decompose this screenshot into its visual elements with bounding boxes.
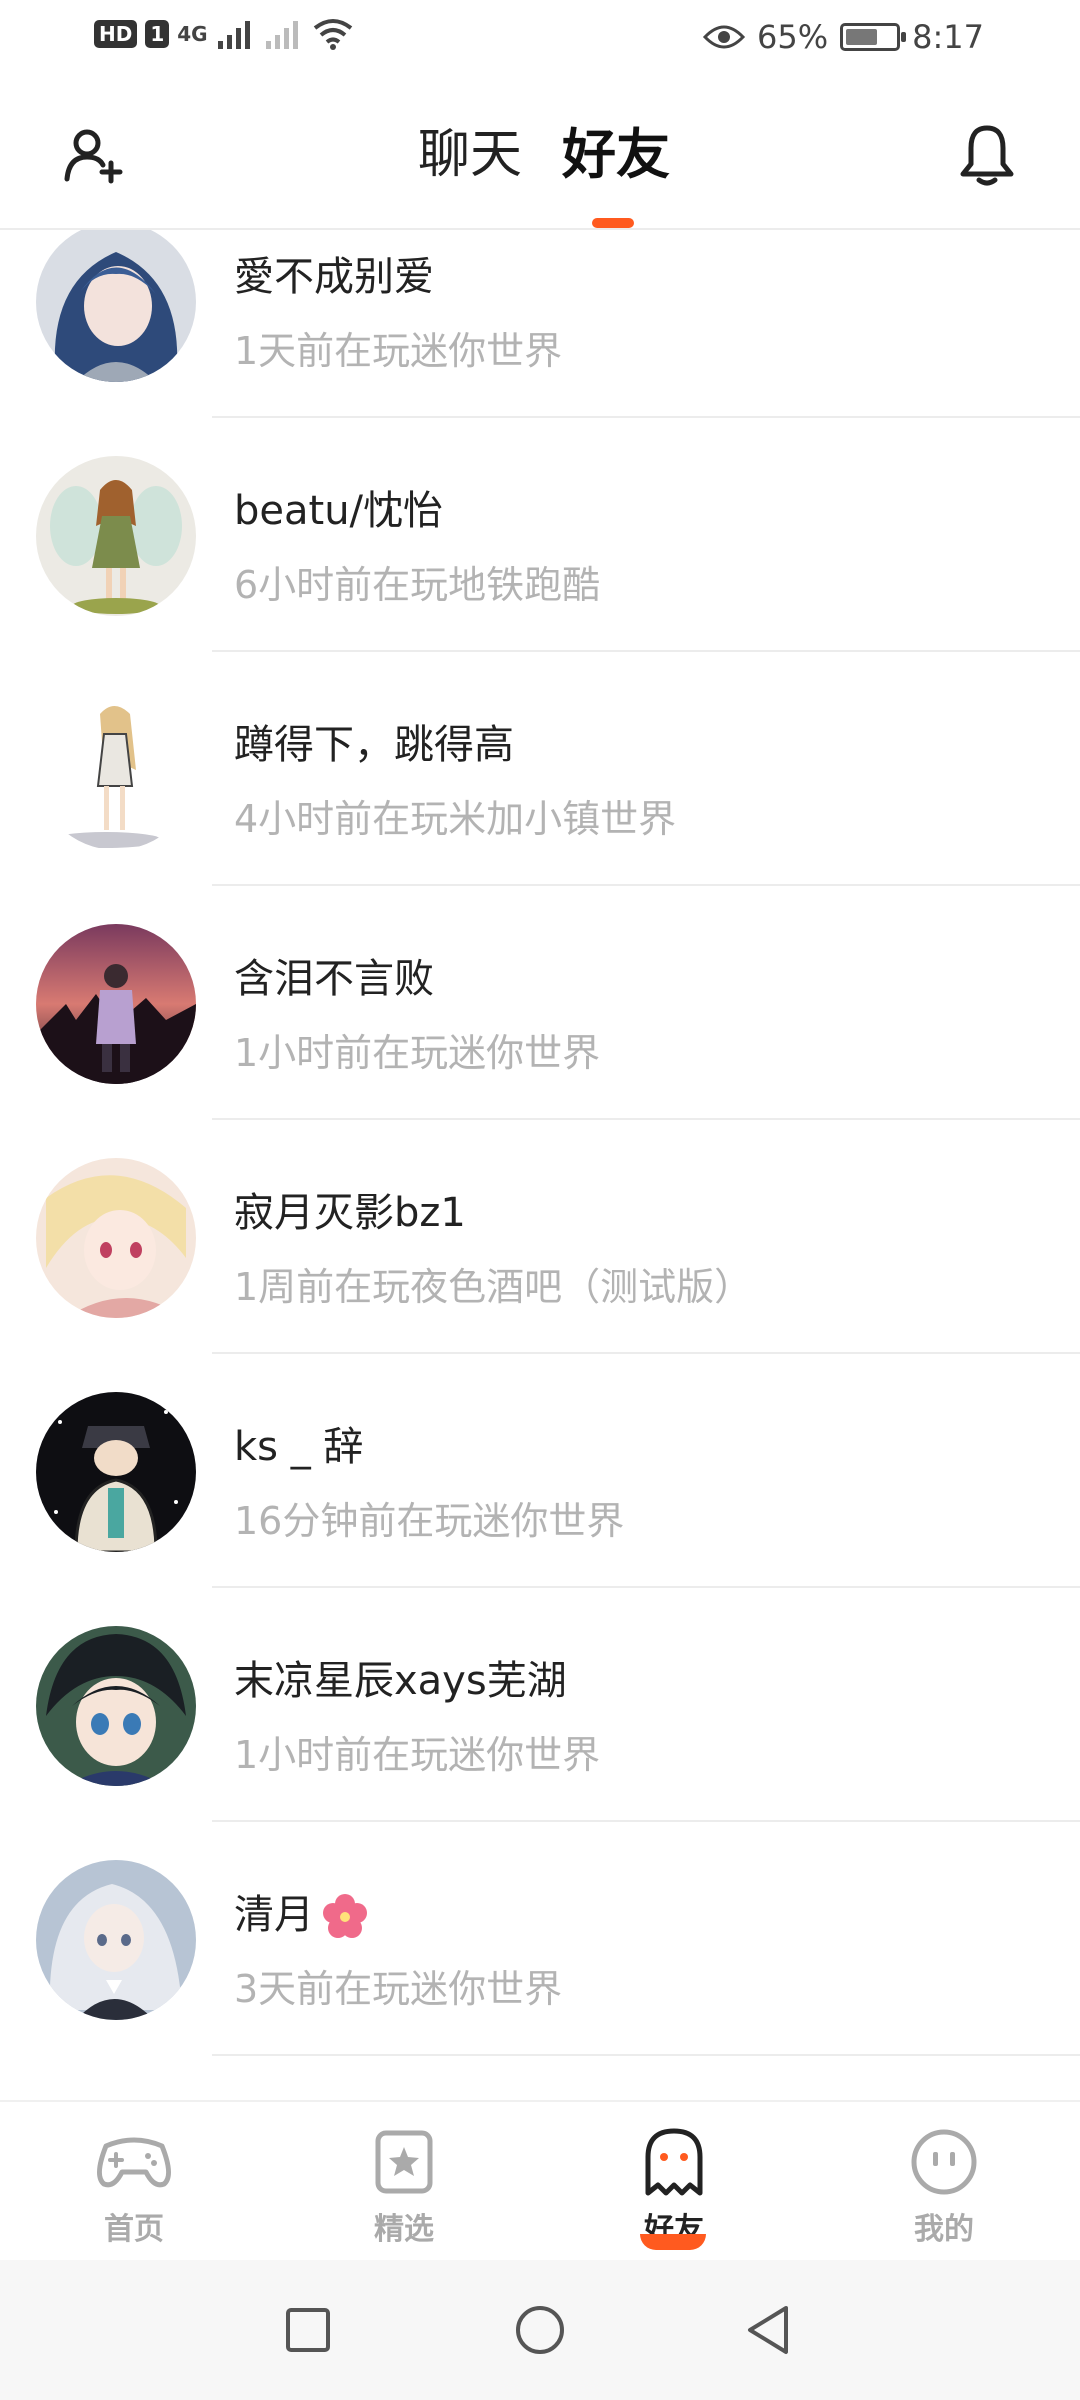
row-divider: [212, 2054, 1080, 2056]
friend-item[interactable]: 末凉星辰xays芜湖 1小时前在玩迷你世界: [0, 1626, 1080, 1860]
friend-status: 1小时前在玩迷你世界: [234, 1031, 601, 1075]
row-divider: [212, 1118, 1080, 1120]
friend-name: 末凉星辰xays芜湖: [234, 1658, 567, 1704]
recent-apps-button[interactable]: [278, 2300, 338, 2360]
friend-status: 16分钟前在玩迷你世界: [234, 1499, 625, 1543]
wifi-icon: [313, 19, 352, 50]
battery-icon: [840, 23, 907, 51]
gamepad-icon: [94, 2122, 174, 2202]
row-divider: [212, 1820, 1080, 1822]
bell-icon: [960, 125, 1014, 186]
eye-icon: [703, 25, 746, 49]
nav-label: 首页: [104, 2212, 164, 2247]
avatar[interactable]: [36, 230, 196, 382]
avatar-image: [36, 1392, 196, 1552]
signal-off-icon: [265, 21, 298, 49]
sim-badge: 1: [145, 20, 170, 48]
circle-icon: [516, 2306, 564, 2354]
row-divider: [212, 884, 1080, 886]
friend-item[interactable]: 寂月灭影bz1 1周前在玩夜色酒吧（测试版）: [0, 1158, 1080, 1392]
friend-name: 愛不成别爱: [234, 254, 434, 300]
nav-label: 我的: [914, 2212, 974, 2247]
row-divider: [212, 650, 1080, 652]
nav-featured[interactable]: 精选: [324, 2122, 484, 2252]
nav-label: 精选: [374, 2212, 434, 2247]
friend-name: 寂月灭影bz1: [234, 1190, 466, 1236]
friend-item[interactable]: ks _ 辞 16分钟前在玩迷你世界: [0, 1392, 1080, 1626]
hd-badge: HD: [94, 20, 138, 48]
avatar-image: [36, 1158, 196, 1318]
notifications-button[interactable]: [952, 120, 1022, 190]
friend-name: ks _ 辞: [234, 1424, 364, 1470]
avatar[interactable]: [36, 1392, 196, 1552]
row-divider: [212, 1352, 1080, 1354]
friend-item[interactable]: 愛不成别爱 1天前在玩迷你世界: [0, 230, 1080, 456]
friend-item[interactable]: 蹲得下，跳得高 4小时前在玩米加小镇世界: [0, 690, 1080, 924]
row-divider: [212, 1586, 1080, 1588]
status-bar-left: HD 1 4G: [94, 18, 354, 50]
back-triangle-icon: [748, 2306, 788, 2354]
row-divider: [212, 416, 1080, 418]
friend-item[interactable]: 含泪不言败 1小时前在玩迷你世界: [0, 924, 1080, 1158]
avatar[interactable]: [36, 1860, 196, 2020]
ghost-icon: [634, 2122, 714, 2202]
tab-friends[interactable]: 好友: [562, 120, 670, 190]
friend-name: 含泪不言败: [234, 956, 434, 1002]
smiley-icon: [904, 2122, 984, 2202]
flower-icon: [323, 1894, 367, 1938]
bottom-nav: 首页 精选 好友 我的: [0, 2100, 1080, 2260]
avatar-image: [36, 456, 196, 616]
friend-list[interactable]: 愛不成别爱 1天前在玩迷你世界 beatu/忱怡 6小时前在玩地铁跑酷 蹲得下，…: [0, 230, 1080, 2100]
active-nav-indicator: [640, 2234, 706, 2250]
avatar[interactable]: [36, 690, 196, 850]
friend-status: 3天前在玩迷你世界: [234, 1967, 563, 2011]
system-nav-bar: [0, 2260, 1080, 2400]
clock: 8:17: [912, 18, 984, 56]
battery-level: [846, 29, 878, 45]
friend-status: 1周前在玩夜色酒吧（测试版）: [234, 1265, 753, 1309]
avatar-image: [36, 1626, 196, 1786]
avatar[interactable]: [36, 924, 196, 1084]
status-bar-right: 65% 8:17: [703, 18, 984, 56]
add-user-icon: [64, 129, 123, 184]
friend-name: 蹲得下，跳得高: [234, 722, 514, 768]
friend-name: beatu/忱怡: [234, 488, 444, 534]
avatar-image: [36, 924, 196, 1084]
home-button[interactable]: [510, 2300, 570, 2360]
avatar-image: [36, 1860, 196, 2020]
add-friend-button[interactable]: [58, 120, 128, 190]
friend-status: 1天前在玩迷你世界: [234, 329, 563, 373]
friend-name-text: 清月: [234, 1892, 314, 1938]
friend-status: 1小时前在玩迷你世界: [234, 1733, 601, 1777]
friend-item[interactable]: 清月 3天前在玩迷你世界: [0, 1860, 1080, 2094]
network-type: 4G: [177, 22, 208, 46]
top-header: 聊天 好友: [0, 80, 1080, 230]
nav-friends[interactable]: 好友: [594, 2122, 754, 2252]
signal-icon: [217, 21, 250, 49]
square-icon: [286, 2308, 330, 2352]
star-card-icon: [364, 2122, 444, 2202]
avatar[interactable]: [36, 456, 196, 616]
friend-status: 4小时前在玩米加小镇世界: [234, 797, 677, 841]
avatar-image: [36, 690, 196, 850]
battery-percent: 65%: [757, 18, 829, 56]
active-tab-indicator: [592, 218, 634, 228]
back-button[interactable]: [738, 2300, 798, 2360]
status-bar: HD 1 4G 65% 8:17: [0, 0, 1080, 80]
avatar-image: [36, 230, 196, 382]
avatar[interactable]: [36, 1626, 196, 1786]
friend-item[interactable]: beatu/忱怡 6小时前在玩地铁跑酷: [0, 456, 1080, 690]
friend-status: 6小时前在玩地铁跑酷: [234, 563, 601, 607]
nav-profile[interactable]: 我的: [864, 2122, 1024, 2252]
nav-home[interactable]: 首页: [54, 2122, 214, 2252]
friend-name: 清月: [234, 1882, 370, 1942]
avatar[interactable]: [36, 1158, 196, 1318]
tab-chat[interactable]: 聊天: [418, 120, 522, 190]
